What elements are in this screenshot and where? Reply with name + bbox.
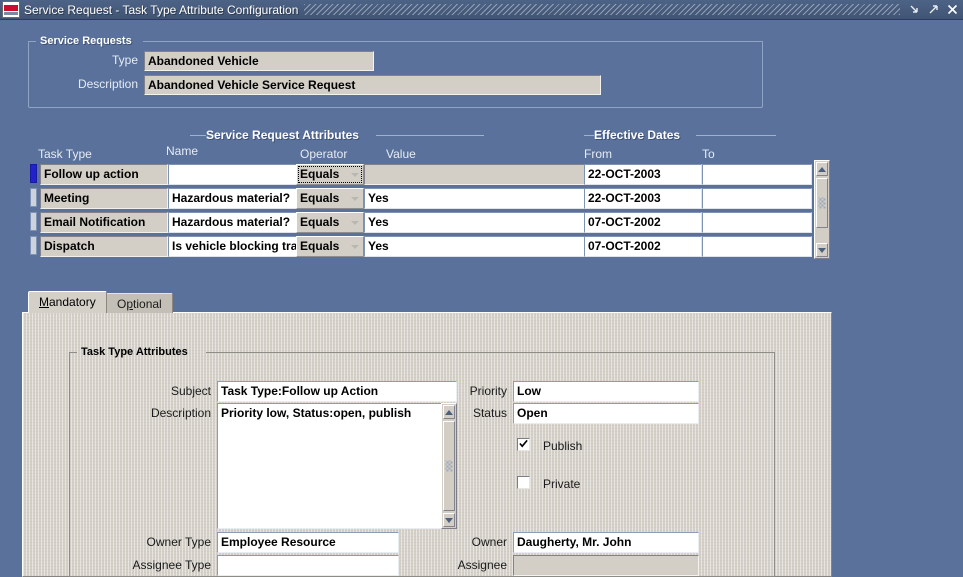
table-row[interactable]: Dispatch Is vehicle blocking tra Equals Yes… bbox=[30, 234, 812, 258]
oracle-logo bbox=[2, 1, 20, 18]
column-header-task-type: Task Type bbox=[38, 147, 92, 161]
publish-checkbox[interactable] bbox=[517, 438, 530, 451]
column-header-name: Name bbox=[166, 144, 199, 158]
description-field: Abandoned Vehicle Service Request bbox=[144, 75, 601, 95]
cell-operator[interactable]: Equals bbox=[296, 212, 364, 233]
grid-scroll-thumb[interactable] bbox=[816, 178, 828, 228]
type-label: Type bbox=[111, 53, 138, 67]
window-title: Service Request - Task Type Attribute Co… bbox=[24, 2, 299, 17]
record-indicator[interactable] bbox=[30, 164, 37, 183]
check-icon bbox=[519, 439, 528, 448]
description-scroll-thumb[interactable] bbox=[443, 421, 455, 511]
attributes-grid: Follow up action Equals 22-OCT-2003 Meeting… bbox=[30, 162, 812, 258]
owner-type-field[interactable]: Employee Resource bbox=[217, 532, 399, 553]
status-label: Status bbox=[472, 406, 507, 420]
record-indicator[interactable] bbox=[30, 188, 37, 207]
cell-from-date[interactable]: 07-OCT-2002 bbox=[584, 212, 702, 233]
tab-page-mandatory: Task Type Attributes Subject Task Type:F… bbox=[22, 312, 832, 577]
cell-to-date[interactable] bbox=[702, 236, 812, 257]
owner-label: Owner bbox=[471, 535, 507, 549]
maximize-icon[interactable] bbox=[925, 1, 942, 18]
attributes-legend-rule-right bbox=[376, 135, 484, 136]
column-header-value: Value bbox=[386, 147, 416, 161]
publish-label: Publish bbox=[543, 439, 583, 453]
owner-type-label: Owner Type bbox=[146, 535, 211, 549]
cell-task-type[interactable]: Email Notification bbox=[40, 212, 168, 233]
private-checkbox[interactable] bbox=[517, 476, 530, 489]
cell-from-date[interactable]: 07-OCT-2002 bbox=[584, 236, 702, 257]
tab-optional-label: Optional bbox=[117, 297, 162, 311]
grid-scroll-down-button[interactable] bbox=[816, 243, 828, 257]
chevron-down-icon bbox=[351, 221, 359, 225]
table-row[interactable]: Follow up action Equals 22-OCT-2003 bbox=[30, 162, 812, 186]
tab-optional[interactable]: Optional bbox=[106, 293, 173, 313]
cell-value[interactable]: Yes bbox=[364, 188, 586, 209]
minimize-icon[interactable] bbox=[906, 1, 923, 18]
cell-task-type[interactable]: Meeting bbox=[40, 188, 168, 209]
cell-operator[interactable]: Equals bbox=[296, 236, 364, 257]
description-label: Description bbox=[150, 406, 211, 420]
description-scrollbar[interactable] bbox=[441, 403, 457, 529]
title-bar: Service Request - Task Type Attribute Co… bbox=[0, 0, 963, 20]
service-requests-group: Service Requests Type Abandoned Vehicle … bbox=[28, 34, 763, 108]
record-indicator[interactable] bbox=[30, 236, 37, 255]
cell-operator[interactable]: Equals bbox=[296, 188, 364, 209]
tab-control: Mandatory Optional Task Type Attributes … bbox=[22, 291, 832, 577]
priority-field[interactable]: Low bbox=[513, 381, 699, 402]
dates-legend-rule-right bbox=[696, 135, 776, 136]
column-header-from: From bbox=[584, 147, 612, 161]
cell-from-date[interactable]: 22-OCT-2003 bbox=[584, 188, 702, 209]
description-scroll-down-button[interactable] bbox=[443, 513, 455, 527]
cell-value[interactable] bbox=[364, 164, 586, 185]
table-row[interactable]: Meeting Hazardous material? Equals Yes 22-OC… bbox=[30, 186, 812, 210]
private-label: Private bbox=[543, 477, 581, 491]
cell-to-date[interactable] bbox=[702, 212, 812, 233]
cell-to-date[interactable] bbox=[702, 188, 812, 209]
grid-scroll-up-button[interactable] bbox=[816, 162, 828, 176]
assignee-type-label: Assignee Type bbox=[132, 558, 212, 572]
subject-label: Subject bbox=[170, 384, 211, 398]
tab-mandatory-label: Mandatory bbox=[39, 295, 96, 309]
chevron-down-icon bbox=[351, 245, 359, 249]
dates-legend: Effective Dates bbox=[594, 128, 681, 142]
dates-legend-rule-left bbox=[584, 135, 594, 136]
cell-to-date[interactable] bbox=[702, 164, 812, 185]
column-header-operator: Operator bbox=[300, 147, 348, 161]
assignee-type-field[interactable] bbox=[217, 555, 399, 576]
chevron-down-icon bbox=[351, 197, 359, 201]
table-row[interactable]: Email Notification Hazardous material? Equ… bbox=[30, 210, 812, 234]
cell-value[interactable]: Yes bbox=[364, 236, 586, 257]
cell-from-date[interactable]: 22-OCT-2003 bbox=[584, 164, 702, 185]
grid-scrollbar[interactable] bbox=[814, 160, 830, 259]
column-header-to: To bbox=[702, 147, 715, 161]
close-icon[interactable] bbox=[944, 1, 961, 18]
description-textarea[interactable]: Priority low, Status:open, publish bbox=[217, 403, 457, 529]
cell-task-type[interactable]: Dispatch bbox=[40, 236, 168, 257]
status-field[interactable]: Open bbox=[513, 403, 699, 424]
priority-label: Priority bbox=[469, 384, 507, 398]
attributes-legend: Service Request Attributes bbox=[206, 128, 359, 142]
owner-field[interactable]: Daugherty, Mr. John bbox=[513, 532, 699, 553]
title-drag-hatch bbox=[304, 4, 900, 15]
tab-mandatory[interactable]: Mandatory bbox=[28, 291, 107, 313]
cell-value[interactable]: Yes bbox=[364, 212, 586, 233]
task-type-attributes-group: Task Type Attributes Subject Task Type:F… bbox=[69, 345, 775, 577]
attributes-legend-rule-left bbox=[190, 135, 206, 136]
description-label: Description bbox=[77, 77, 138, 91]
cell-task-type[interactable]: Follow up action bbox=[40, 164, 168, 185]
assignee-label: Assignee bbox=[457, 558, 507, 572]
cell-operator[interactable]: Equals bbox=[296, 164, 364, 185]
type-field: Abandoned Vehicle bbox=[144, 51, 374, 71]
assignee-field bbox=[513, 555, 699, 576]
record-indicator[interactable] bbox=[30, 212, 37, 231]
application-window: Service Request - Task Type Attribute Co… bbox=[0, 0, 963, 577]
focus-outline bbox=[298, 166, 362, 183]
